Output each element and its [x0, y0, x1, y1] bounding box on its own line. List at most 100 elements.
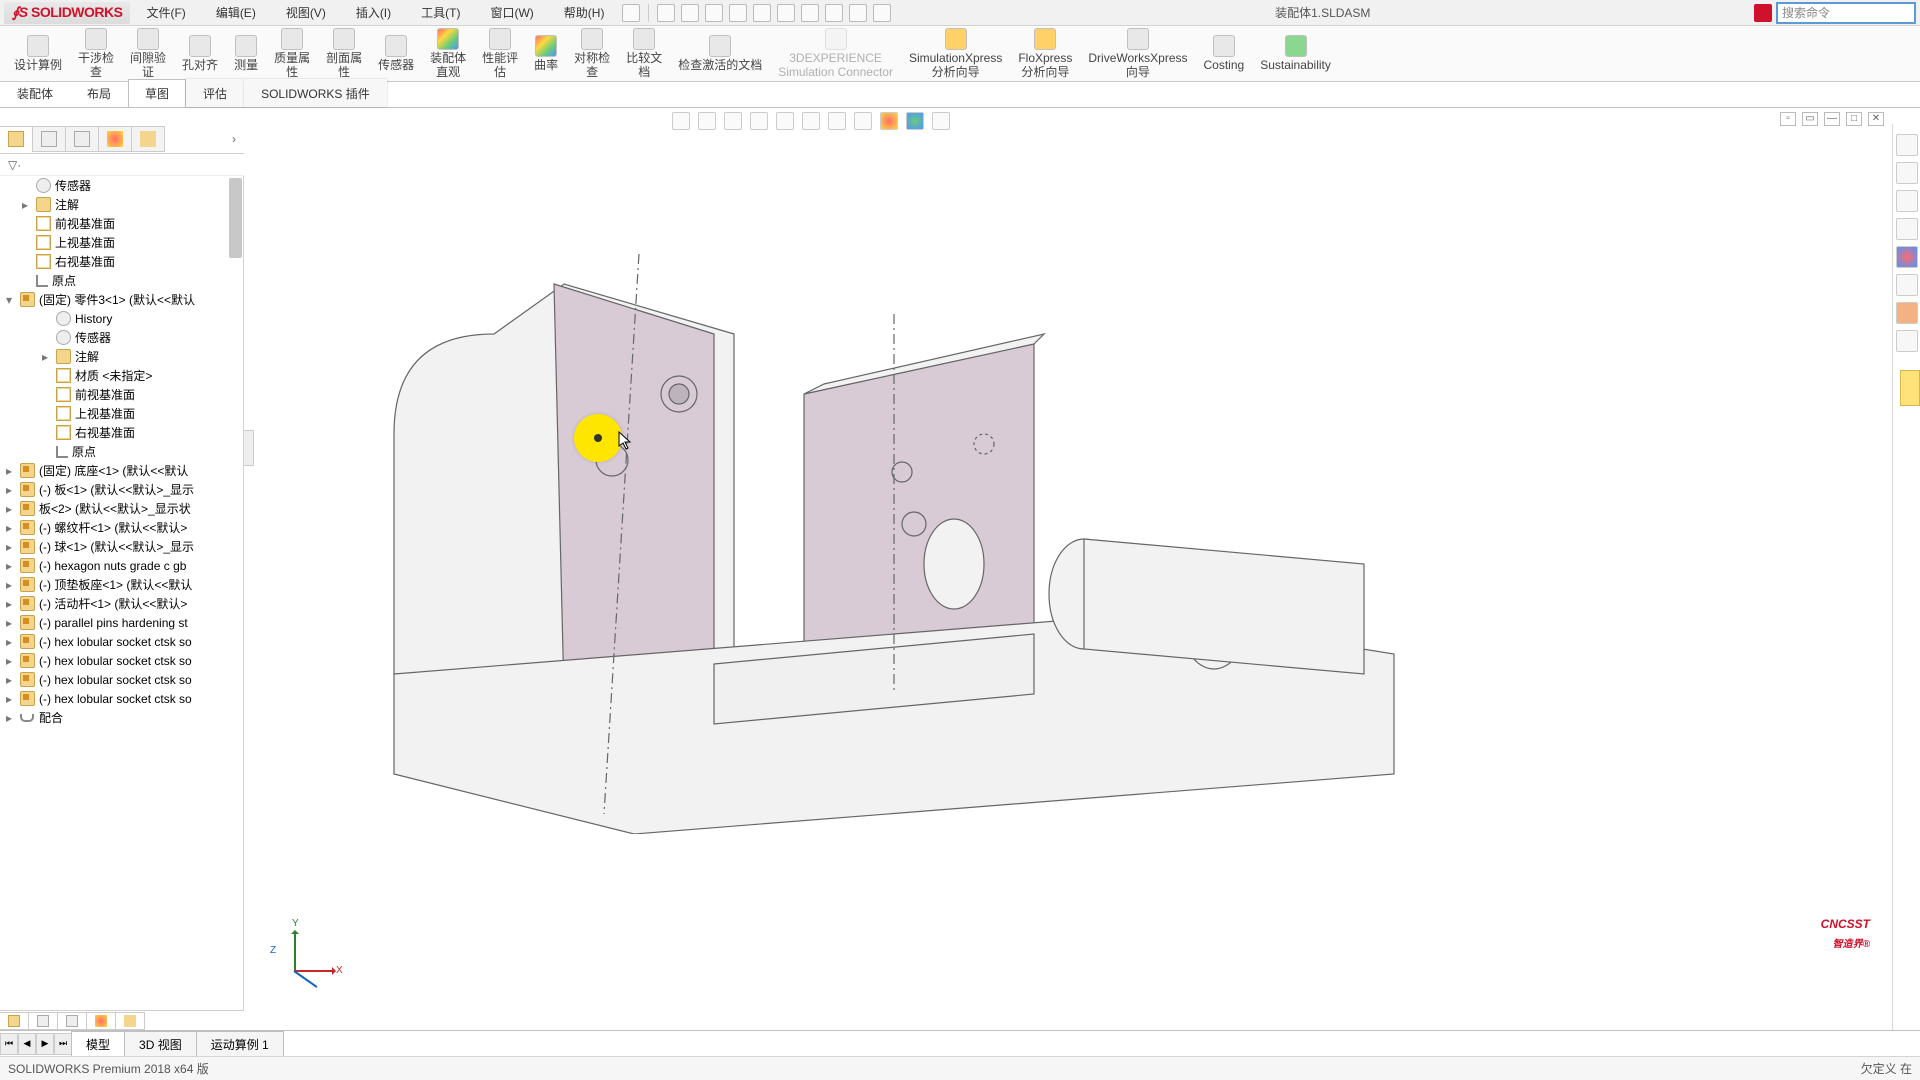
- maximize-icon[interactable]: □: [1846, 112, 1862, 126]
- prev-view-icon[interactable]: [724, 112, 742, 130]
- cm-tab-sketch[interactable]: 草图: [128, 79, 186, 107]
- cfg-tab-prop[interactable]: [28, 1012, 58, 1030]
- ribbon-symmetry[interactable]: 对称检 查: [566, 27, 618, 81]
- expand-arrow-icon[interactable]: ▸: [6, 673, 16, 687]
- tree-row[interactable]: ▸(-) hex lobular socket ctsk so: [0, 632, 243, 651]
- tree-row[interactable]: 原点: [0, 271, 243, 290]
- tab-model[interactable]: 模型: [71, 1031, 125, 1057]
- ribbon-clearance[interactable]: 间隙验 证: [122, 27, 174, 81]
- vcr-prev-icon[interactable]: ◀: [18, 1033, 36, 1055]
- tree-row[interactable]: 原点: [0, 442, 243, 461]
- taskpane-forum-icon[interactable]: [1896, 302, 1918, 324]
- select-icon[interactable]: [801, 4, 819, 22]
- undo-icon[interactable]: [777, 4, 795, 22]
- ribbon-check-active[interactable]: 检查激活的文档: [670, 27, 770, 81]
- taskpane-resources-icon[interactable]: [1896, 330, 1918, 352]
- tree-row[interactable]: ▸(-) hex lobular socket ctsk so: [0, 689, 243, 708]
- gear-icon[interactable]: [873, 4, 891, 22]
- new-icon[interactable]: [681, 4, 699, 22]
- fm-expand-arrow[interactable]: ›: [165, 132, 244, 146]
- tree-row[interactable]: ▸(-) 顶垫板座<1> (默认<<默认: [0, 575, 243, 594]
- expand-arrow-icon[interactable]: ▸: [42, 350, 52, 364]
- taskpane-custom-props-icon[interactable]: [1896, 274, 1918, 296]
- expand-arrow-icon[interactable]: ▸: [6, 692, 16, 706]
- zoom-area-icon[interactable]: [698, 112, 716, 130]
- ribbon-perf-eval[interactable]: 性能评 估: [474, 27, 526, 81]
- expand-arrow-icon[interactable]: ▸: [6, 578, 16, 592]
- options-list-icon[interactable]: [849, 4, 867, 22]
- expand-arrow-icon[interactable]: ▸: [6, 540, 16, 554]
- tree-row[interactable]: ▸(-) parallel pins hardening st: [0, 613, 243, 632]
- tree-row[interactable]: 右视基准面: [0, 423, 243, 442]
- ribbon-sustain[interactable]: Sustainability: [1252, 27, 1339, 81]
- fm-scroll-thumb[interactable]: [229, 178, 242, 258]
- taskpane-file-explorer-icon[interactable]: [1896, 190, 1918, 212]
- menu-edit[interactable]: 编辑(E): [202, 0, 270, 25]
- close-icon[interactable]: ✕: [1868, 112, 1884, 126]
- tree-row[interactable]: 上视基准面: [0, 233, 243, 252]
- taskpane-home-icon[interactable]: [1896, 134, 1918, 156]
- expand-arrow-icon[interactable]: ▸: [6, 654, 16, 668]
- tree-row[interactable]: ▸(-) hexagon nuts grade c gb: [0, 556, 243, 575]
- ribbon-design-study[interactable]: 设计算例: [6, 27, 70, 81]
- fm-tab-display[interactable]: [131, 126, 165, 152]
- tree-row[interactable]: ▸(-) hex lobular socket ctsk so: [0, 670, 243, 689]
- cm-tab-layout[interactable]: 布局: [70, 79, 128, 107]
- ribbon-section-props[interactable]: 剖面属 性: [318, 27, 370, 81]
- expand-arrow-icon[interactable]: ▸: [22, 198, 32, 212]
- tree-row[interactable]: ▸(-) 活动杆<1> (默认<<默认>: [0, 594, 243, 613]
- minimize-icon[interactable]: —: [1824, 112, 1840, 126]
- ribbon-mass-props[interactable]: 质量属 性: [266, 27, 318, 81]
- vcr-last-icon[interactable]: ⏭: [54, 1033, 72, 1055]
- expand-arrow-icon[interactable]: ▸: [6, 616, 16, 630]
- view-triad[interactable]: Y X Z: [274, 920, 334, 980]
- search-scope-icon[interactable]: [1754, 4, 1772, 22]
- display-style-icon[interactable]: [828, 112, 846, 130]
- fm-tab-dim[interactable]: [98, 126, 132, 152]
- dynamic-annot-icon[interactable]: [776, 112, 794, 130]
- taskpane-appearances-icon[interactable]: [1896, 246, 1918, 268]
- ribbon-measure[interactable]: 测量: [226, 27, 266, 81]
- tree-row[interactable]: 材质 <未指定>: [0, 366, 243, 385]
- ribbon-drivexpress[interactable]: DriveWorksXpress 向导: [1080, 27, 1195, 81]
- feature-tree[interactable]: 传感器▸注解前视基准面上视基准面右视基准面原点▾(固定) 零件3<1> (默认<…: [0, 176, 243, 1010]
- expand-arrow-icon[interactable]: ▸: [6, 502, 16, 516]
- tab-3dview[interactable]: 3D 视图: [124, 1031, 197, 1057]
- tree-row[interactable]: ▾(固定) 零件3<1> (默认<<默认: [0, 290, 243, 309]
- vcr-next-icon[interactable]: ▶: [36, 1033, 54, 1055]
- expand-arrow-icon[interactable]: ▸: [6, 711, 16, 725]
- expand-arrow-icon[interactable]: ▾: [6, 293, 16, 307]
- cfg-tab-display[interactable]: [115, 1012, 145, 1030]
- cm-tab-assembly[interactable]: 装配体: [0, 79, 70, 107]
- ribbon-interference[interactable]: 干涉检 查: [70, 27, 122, 81]
- tree-row[interactable]: ▸(-) 板<1> (默认<<默认>_显示: [0, 480, 243, 499]
- search-input[interactable]: 搜索命令: [1776, 2, 1916, 24]
- vcr-first-icon[interactable]: ⏮: [0, 1033, 18, 1055]
- ribbon-floxpress[interactable]: FloXpress 分析向导: [1010, 27, 1080, 81]
- expand-arrow-icon[interactable]: ▸: [6, 635, 16, 649]
- tree-row[interactable]: ▸板<2> (默认<<默认>_显示状: [0, 499, 243, 518]
- viewport-split2-icon[interactable]: ▭: [1802, 112, 1818, 126]
- viewport-split-icon[interactable]: ▫: [1780, 112, 1796, 126]
- tree-row[interactable]: ▸(-) hex lobular socket ctsk so: [0, 651, 243, 670]
- tree-row[interactable]: 右视基准面: [0, 252, 243, 271]
- fm-tab-config[interactable]: [65, 126, 99, 152]
- edit-appearance-icon[interactable]: [880, 112, 898, 130]
- tree-row[interactable]: 上视基准面: [0, 404, 243, 423]
- expand-arrow-icon[interactable]: ▸: [6, 521, 16, 535]
- menu-window[interactable]: 窗口(W): [476, 0, 547, 25]
- cfg-tab-tree[interactable]: [0, 1012, 29, 1030]
- save-icon[interactable]: [729, 4, 747, 22]
- ribbon-sensor[interactable]: 传感器: [370, 27, 422, 81]
- tree-row[interactable]: ▸(固定) 底座<1> (默认<<默认: [0, 461, 243, 480]
- taskpane-design-library-icon[interactable]: [1896, 162, 1918, 184]
- tree-row[interactable]: ▸(-) 球<1> (默认<<默认>_显示: [0, 537, 243, 556]
- menu-file[interactable]: 文件(F): [132, 0, 199, 25]
- cfg-tab-dim[interactable]: [86, 1012, 116, 1030]
- cm-tab-evaluate[interactable]: 评估: [186, 79, 244, 107]
- ribbon-hole-align[interactable]: 孔对齐: [174, 27, 226, 81]
- rebuild-icon[interactable]: [825, 4, 843, 22]
- fm-tab-property[interactable]: [32, 126, 66, 152]
- open-icon[interactable]: [705, 4, 723, 22]
- expand-arrow-icon[interactable]: ▸: [6, 559, 16, 573]
